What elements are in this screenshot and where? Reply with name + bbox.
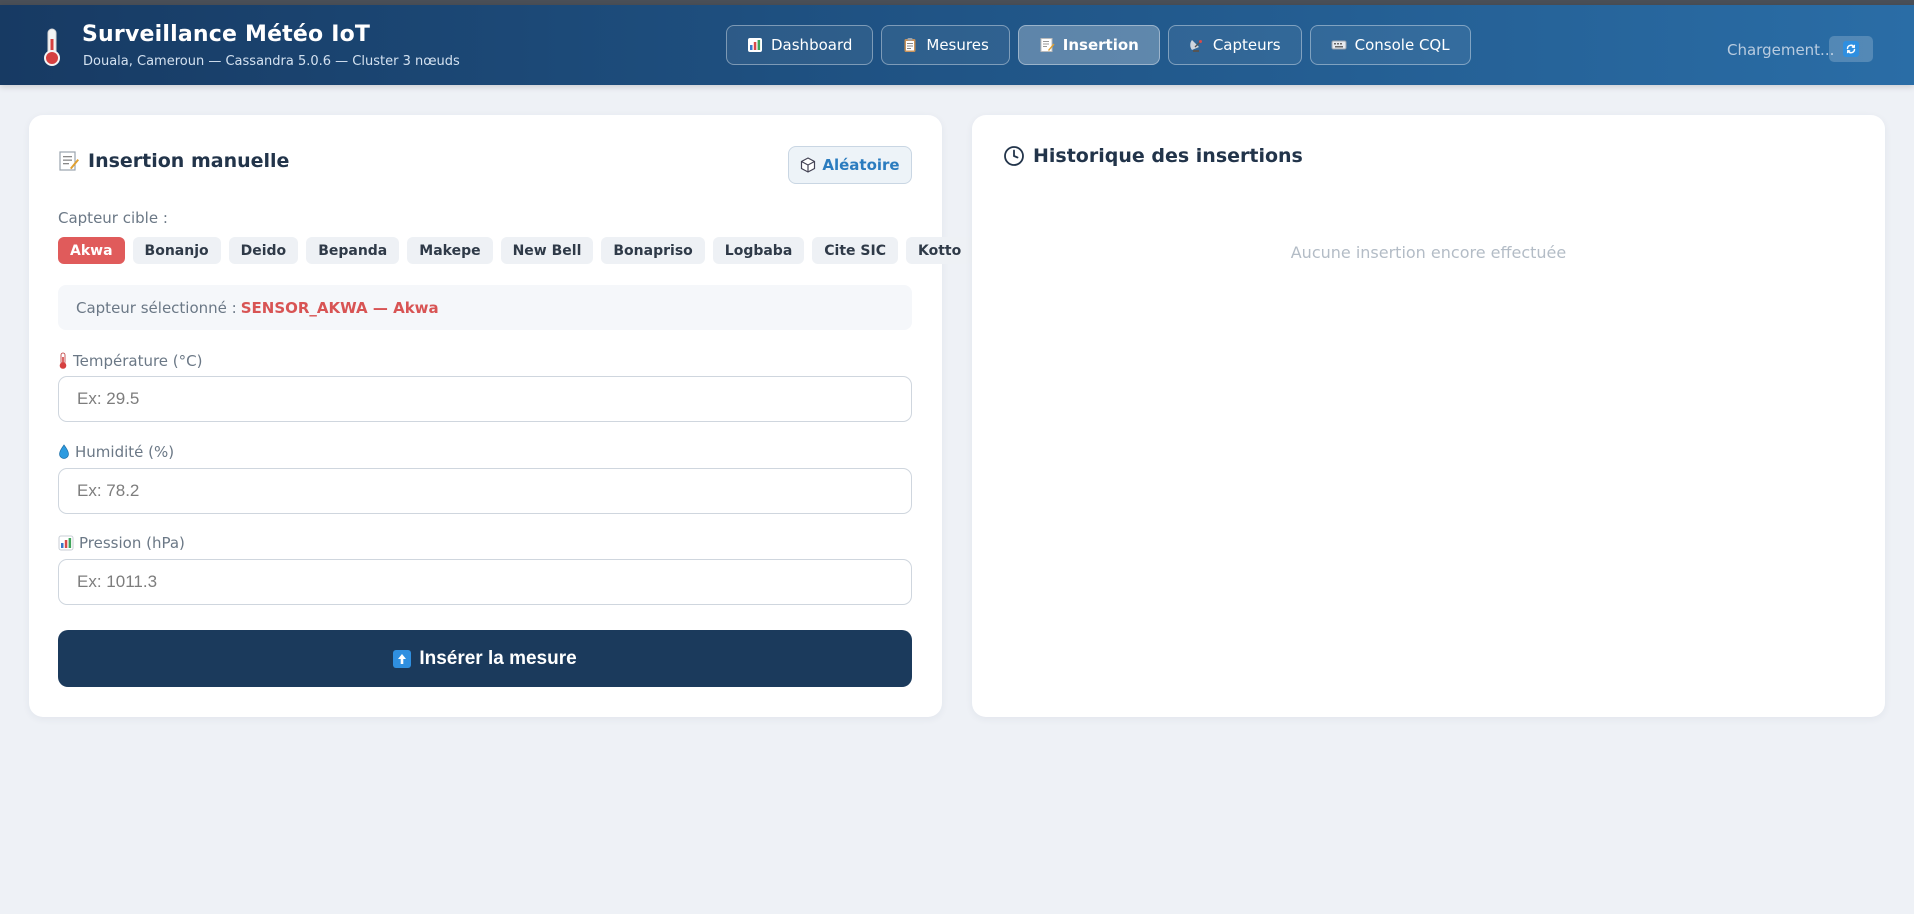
nav-capteurs-button[interactable]: Capteurs	[1167, 25, 1302, 65]
insertion-history-card: Historique des insertions Aucune inserti…	[972, 115, 1885, 717]
random-button-label: Aléatoire	[822, 156, 900, 174]
memo-icon	[59, 151, 79, 171]
selected-sensor-value: SENSOR_AKWA — Akwa	[240, 298, 439, 317]
memo-icon	[1040, 38, 1055, 52]
sensor-chip-makepe[interactable]: Makepe	[407, 237, 493, 264]
sensor-chip-cite-sic[interactable]: Cite SIC	[812, 237, 898, 264]
sensor-chip-bepanda[interactable]: Bepanda	[306, 237, 400, 264]
droplet-icon	[59, 444, 69, 459]
temperature-input[interactable]	[58, 376, 912, 422]
temperature-label: Température (°C)	[58, 352, 202, 370]
sensor-chip-bonapriso[interactable]: Bonapriso	[601, 237, 705, 264]
nav-console-cql-button[interactable]: Console CQL	[1309, 25, 1471, 65]
random-button[interactable]: Aléatoire	[788, 146, 912, 184]
selected-sensor-box: Capteur sélectionné : SENSOR_AKWA — Akwa	[58, 285, 912, 330]
pressure-label-text: Pression (hPa)	[79, 534, 185, 552]
nav-dashboard-label: Dashboard	[771, 36, 853, 54]
sensor-chip-kotto[interactable]: Kotto	[905, 237, 974, 264]
humidity-input[interactable]	[58, 468, 912, 514]
history-title-text: Historique des insertions	[1033, 145, 1303, 167]
keyboard-icon	[1331, 40, 1347, 50]
sensor-chips: Akwa Bonanjo Deido Bepanda Makepe New Be…	[58, 237, 974, 264]
main-nav: Dashboard Mesures Insertion Capteurs Con…	[726, 25, 1471, 65]
thermometer-icon	[59, 352, 67, 369]
nav-console-cql-label: Console CQL	[1354, 36, 1450, 54]
chart-icon	[58, 535, 74, 551]
pressure-input[interactable]	[58, 559, 912, 605]
selected-sensor-label: Capteur sélectionné :	[76, 298, 237, 317]
nav-mesures-button[interactable]: Mesures	[881, 25, 1010, 65]
manual-insertion-title: Insertion manuelle	[58, 150, 289, 172]
up-arrow-icon	[393, 649, 412, 668]
refresh-icon	[1843, 41, 1859, 57]
nav-capteurs-label: Capteurs	[1212, 36, 1281, 54]
clipboard-icon	[904, 38, 916, 52]
history-empty-message: Aucune insertion encore effectuée	[1290, 243, 1567, 262]
app-header: Surveillance Météo IoT Douala, Cameroun …	[0, 5, 1914, 85]
pressure-label: Pression (hPa)	[58, 534, 185, 552]
nav-dashboard-button[interactable]: Dashboard	[726, 25, 874, 65]
refresh-button[interactable]	[1829, 36, 1873, 62]
satellite-icon	[1190, 40, 1202, 52]
thermometer-icon	[44, 28, 60, 66]
app-subtitle: Douala, Cameroun — Cassandra 5.0.6 — Clu…	[83, 54, 460, 69]
insert-measure-label: Insérer la mesure	[419, 647, 577, 669]
clock-icon	[1004, 146, 1024, 166]
insert-measure-button[interactable]: Insérer la mesure	[58, 630, 912, 687]
humidity-label-text: Humidité (%)	[75, 443, 175, 461]
sensor-chip-deido[interactable]: Deido	[228, 237, 299, 264]
sensor-chip-logbaba[interactable]: Logbaba	[712, 237, 805, 264]
sensor-chip-akwa[interactable]: Akwa	[58, 237, 125, 264]
manual-insertion-title-text: Insertion manuelle	[88, 150, 290, 172]
app-title: Surveillance Météo IoT	[82, 22, 371, 47]
nav-mesures-label: Mesures	[926, 36, 989, 54]
history-title: Historique des insertions	[1003, 145, 1303, 167]
humidity-label: Humidité (%)	[58, 443, 174, 461]
nav-insertion-button[interactable]: Insertion	[1017, 25, 1160, 65]
sensor-chip-new-bell[interactable]: New Bell	[500, 237, 594, 264]
temperature-label-text: Température (°C)	[73, 352, 203, 370]
loading-status: Chargement...	[1727, 41, 1835, 59]
manual-insertion-card: Insertion manuelle Aléatoire Capteur cib…	[29, 115, 974, 717]
target-sensor-label: Capteur cible :	[58, 209, 168, 227]
nav-insertion-label: Insertion	[1062, 36, 1139, 54]
dice-icon	[801, 157, 816, 173]
sensor-chip-bonanjo[interactable]: Bonanjo	[132, 237, 221, 264]
chart-icon	[748, 38, 762, 52]
